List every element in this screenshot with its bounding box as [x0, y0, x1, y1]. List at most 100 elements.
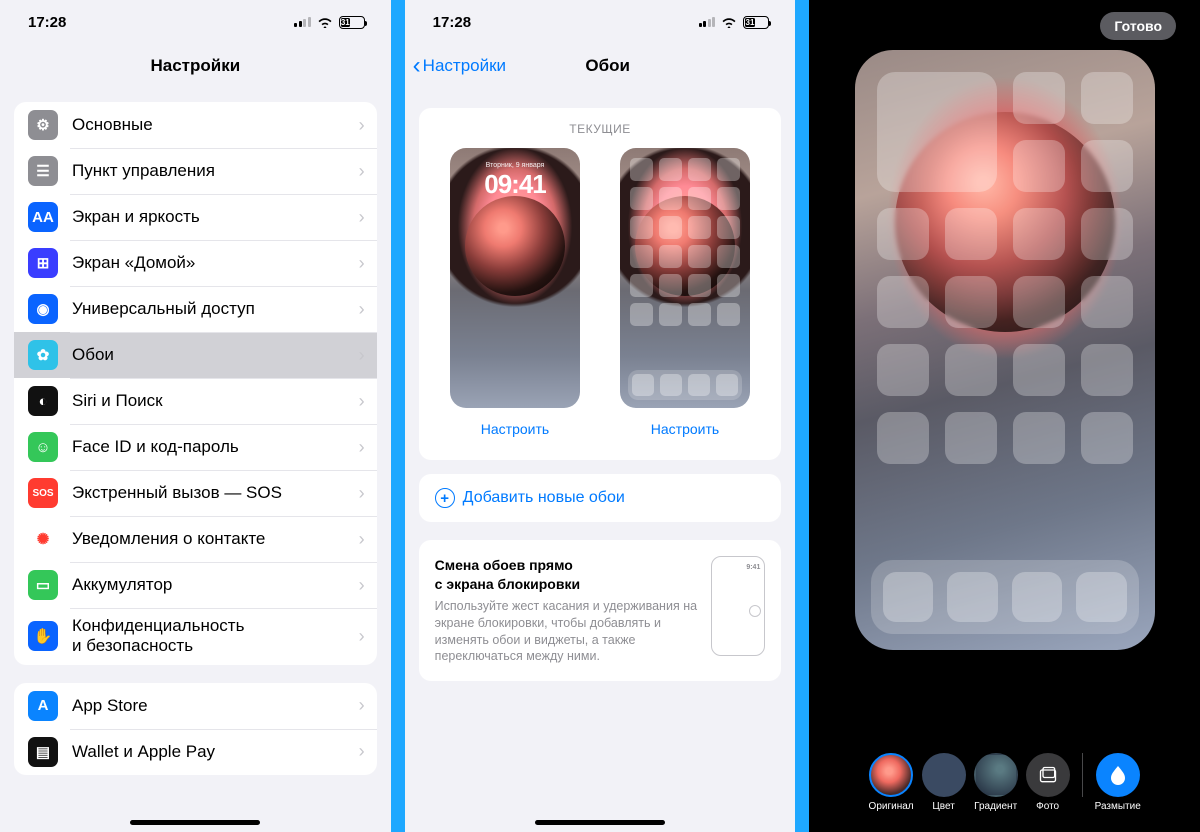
app-placeholder-icon — [945, 208, 997, 260]
photo-icon — [1026, 753, 1070, 797]
home-preview[interactable] — [855, 50, 1155, 650]
tip-card: Смена обоев прямо с экрана блокировки Ис… — [419, 540, 782, 681]
settings-row[interactable]: ☰Пункт управления› — [14, 148, 377, 194]
chevron-right-icon: › — [359, 207, 365, 228]
gradient-swatch-icon — [974, 753, 1018, 797]
plus-circle-icon: + — [435, 488, 455, 508]
row-label: Основные — [72, 115, 359, 135]
row-icon: AA — [28, 202, 58, 232]
settings-row[interactable]: ☺Face ID и код-пароль› — [14, 424, 377, 470]
chevron-right-icon: › — [359, 253, 365, 274]
settings-row[interactable]: ▭Аккумулятор› — [14, 562, 377, 608]
tip-title: Смена обоев прямо с экрана блокировки — [435, 556, 698, 594]
wifi-icon — [721, 16, 737, 28]
row-label: Конфиденциальность и безопасность — [72, 616, 359, 657]
app-placeholder-icon — [877, 276, 929, 328]
done-button[interactable]: Готово — [1100, 12, 1176, 40]
app-placeholder-icon — [877, 208, 929, 260]
color-swatch-icon — [922, 753, 966, 797]
app-placeholder-icon — [1081, 412, 1133, 464]
row-icon: ✿ — [28, 340, 58, 370]
row-label: Экран и яркость — [72, 207, 359, 227]
screen-settings: 17:28 31 Настройки ⚙︎Основные›☰Пункт упр… — [0, 0, 391, 832]
cellular-icon — [294, 17, 311, 27]
option-original[interactable]: Оригинал — [869, 753, 914, 812]
settings-row[interactable]: SOSЭкстренный вызов — SOS› — [14, 470, 377, 516]
app-placeholder-icon — [630, 274, 653, 297]
app-placeholder-icon — [717, 187, 740, 210]
option-photo[interactable]: Фото — [1026, 753, 1070, 812]
settings-row[interactable]: ✺Уведомления о контакте› — [14, 516, 377, 562]
row-label: Универсальный доступ — [72, 299, 359, 319]
customize-lock-button[interactable]: Настроить — [480, 416, 550, 442]
row-icon: SOS — [28, 478, 58, 508]
settings-row[interactable]: AApp Store› — [14, 683, 377, 729]
app-placeholder-icon — [1013, 276, 1065, 328]
app-placeholder-icon — [1081, 72, 1133, 124]
row-icon: ▤ — [28, 737, 58, 767]
settings-row[interactable]: AA Экран и яркость› — [14, 194, 377, 240]
row-icon: ☺ — [28, 432, 58, 462]
bottom-options: Оригинал Цвет Градиент Фото Размытие — [809, 753, 1200, 812]
option-blur[interactable]: Размытие — [1095, 753, 1141, 812]
row-label: Уведомления о контакте — [72, 529, 359, 549]
widget-placeholder — [877, 72, 997, 192]
current-wallpaper-card: ТЕКУЩИЕ Вторник, 9 января 09:41 Настроит… — [419, 108, 782, 460]
row-label: Face ID и код-пароль — [72, 437, 359, 457]
app-placeholder-icon — [1081, 140, 1133, 192]
chevron-right-icon: › — [359, 741, 365, 762]
app-placeholder-icon — [1013, 208, 1065, 260]
app-placeholder-icon — [945, 276, 997, 328]
row-label: Аккумулятор — [72, 575, 359, 595]
original-swatch-icon — [869, 753, 913, 797]
home-screen-preview[interactable] — [620, 148, 750, 408]
app-placeholder-icon — [717, 303, 740, 326]
app-placeholder-icon — [659, 274, 682, 297]
app-placeholder-icon — [945, 412, 997, 464]
customize-home-button[interactable]: Настроить — [650, 416, 720, 442]
blur-icon — [1096, 753, 1140, 797]
app-placeholder-icon — [688, 274, 711, 297]
settings-row[interactable]: ✿Обои› — [14, 332, 377, 378]
home-indicator[interactable] — [130, 820, 260, 825]
app-placeholder-icon — [688, 187, 711, 210]
lock-screen-preview[interactable]: Вторник, 9 января 09:41 — [450, 148, 580, 408]
battery-icon: 31 — [339, 16, 365, 29]
chevron-right-icon: › — [359, 626, 365, 647]
settings-row[interactable]: ⚙︎Основные› — [14, 102, 377, 148]
settings-row[interactable]: ⊞Экран «Домой»› — [14, 240, 377, 286]
chevron-right-icon: › — [359, 529, 365, 550]
row-icon: ◉ — [28, 294, 58, 324]
add-wallpaper-button[interactable]: + Добавить новые обои — [419, 474, 782, 522]
app-placeholder-icon — [717, 216, 740, 239]
home-indicator[interactable] — [535, 820, 665, 825]
settings-row[interactable]: ✋ Конфиденциальность и безопасность› — [14, 608, 377, 665]
tip-body: Используйте жест касания и удерживания н… — [435, 598, 698, 666]
app-placeholder-icon — [659, 245, 682, 268]
home-grid — [630, 158, 740, 326]
row-icon: ☰ — [28, 156, 58, 186]
app-placeholder-icon — [1081, 208, 1133, 260]
row-icon: ◐ — [28, 386, 58, 416]
app-placeholder-icon — [688, 245, 711, 268]
status-bar: 17:28 31 — [405, 0, 796, 44]
chevron-right-icon: › — [359, 391, 365, 412]
row-icon: A — [28, 691, 58, 721]
screen-customize-home: Готово Оригинал Цвет Градиент Фото — [809, 0, 1200, 832]
settings-row[interactable]: ◉Универсальный доступ› — [14, 286, 377, 332]
settings-row[interactable]: ▤Wallet и Apple Pay› — [14, 729, 377, 775]
option-color[interactable]: Цвет — [922, 753, 966, 812]
chevron-right-icon: › — [359, 695, 365, 716]
row-icon: ✋ — [28, 621, 58, 651]
settings-row[interactable]: ◐ Siri и Поиск› — [14, 378, 377, 424]
app-placeholder-icon — [659, 158, 682, 181]
row-label: Обои — [72, 345, 359, 365]
app-placeholder-icon — [945, 344, 997, 396]
app-placeholder-icon — [877, 344, 929, 396]
chevron-right-icon: › — [359, 483, 365, 504]
big-dock — [871, 560, 1139, 634]
row-label: Siri и Поиск — [72, 391, 359, 411]
app-placeholder-icon — [717, 158, 740, 181]
row-label: Пункт управления — [72, 161, 359, 181]
option-gradient[interactable]: Градиент — [974, 753, 1018, 812]
